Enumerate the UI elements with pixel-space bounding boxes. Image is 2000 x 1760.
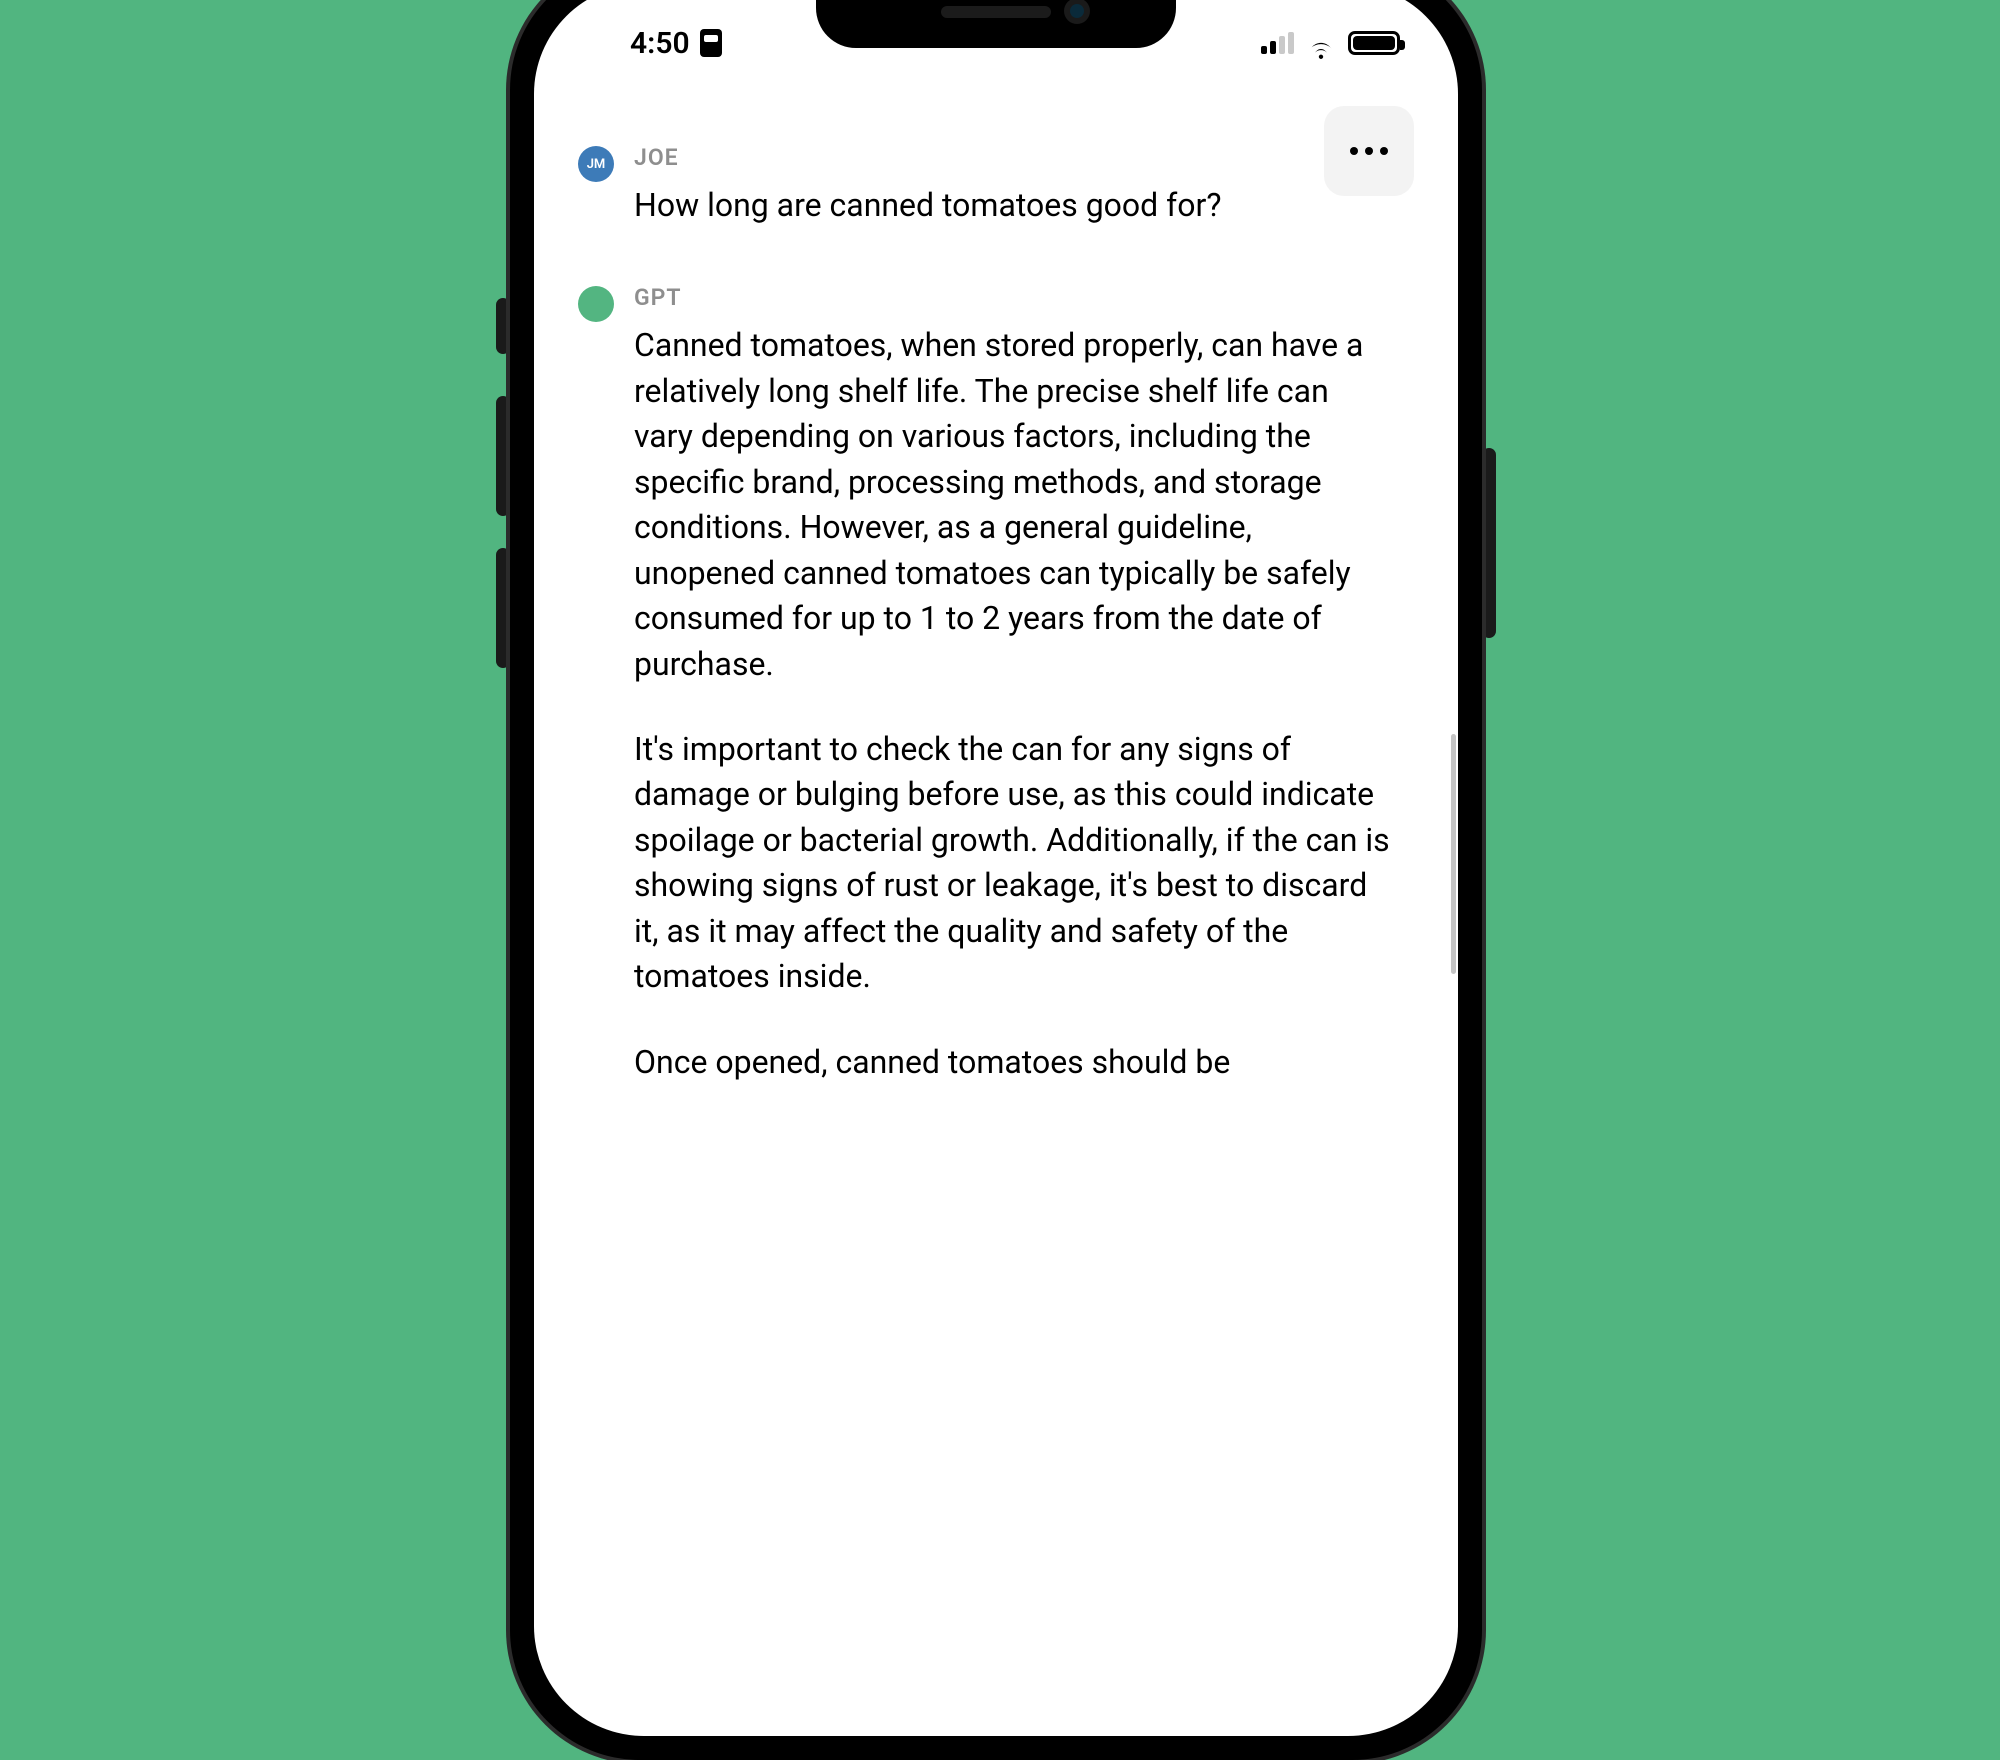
- cellular-signal-icon: [1261, 32, 1294, 54]
- phone-screen: 4:50: [534, 0, 1458, 1736]
- avatar-joe: JM: [578, 146, 614, 182]
- dot-icon: [1350, 147, 1358, 155]
- chat-content[interactable]: JM JOE How long are canned tomatoes good…: [534, 84, 1458, 1736]
- phone-power-button: [1482, 448, 1496, 638]
- status-time: 4:50: [630, 26, 690, 61]
- message-body: JOE How long are canned tomatoes good fo…: [634, 144, 1414, 228]
- message-text: Canned tomatoes, when stored properly, c…: [634, 323, 1394, 1085]
- message-assistant: GPT Canned tomatoes, when stored properl…: [578, 284, 1414, 1085]
- message-paragraph: Canned tomatoes, when stored properly, c…: [634, 323, 1394, 687]
- dot-icon: [1380, 147, 1388, 155]
- message-body: GPT Canned tomatoes, when stored properl…: [634, 284, 1414, 1085]
- message-paragraph: Once opened, canned tomatoes should be: [634, 1040, 1394, 1085]
- message-text: How long are canned tomatoes good for?: [634, 183, 1394, 228]
- earpiece-speaker: [941, 6, 1051, 18]
- message-sender-name: JOE: [634, 144, 1394, 171]
- phone-frame: 4:50: [510, 0, 1482, 1760]
- front-camera: [1064, 0, 1090, 24]
- phone-notch: [816, 0, 1176, 48]
- wifi-icon: [1306, 32, 1336, 54]
- message-paragraph: It's important to check the can for any …: [634, 727, 1394, 1000]
- phone-silence-switch: [496, 298, 510, 354]
- avatar-gpt: [578, 286, 614, 322]
- phone-volume-down-button: [496, 548, 510, 668]
- status-indicators: [1261, 31, 1400, 55]
- battery-icon: [1348, 31, 1400, 55]
- more-options-button[interactable]: [1324, 106, 1414, 196]
- status-time-group: 4:50: [630, 26, 722, 61]
- message-sender-name: GPT: [634, 284, 1394, 311]
- dot-icon: [1365, 147, 1373, 155]
- phone-volume-up-button: [496, 396, 510, 516]
- canvas: 4:50: [0, 0, 2000, 1333]
- scrollbar-thumb[interactable]: [1451, 734, 1456, 974]
- message-user: JM JOE How long are canned tomatoes good…: [578, 144, 1414, 228]
- avatar-initials: JM: [587, 157, 606, 172]
- contact-card-icon: [700, 29, 722, 57]
- battery-fill: [1353, 36, 1395, 50]
